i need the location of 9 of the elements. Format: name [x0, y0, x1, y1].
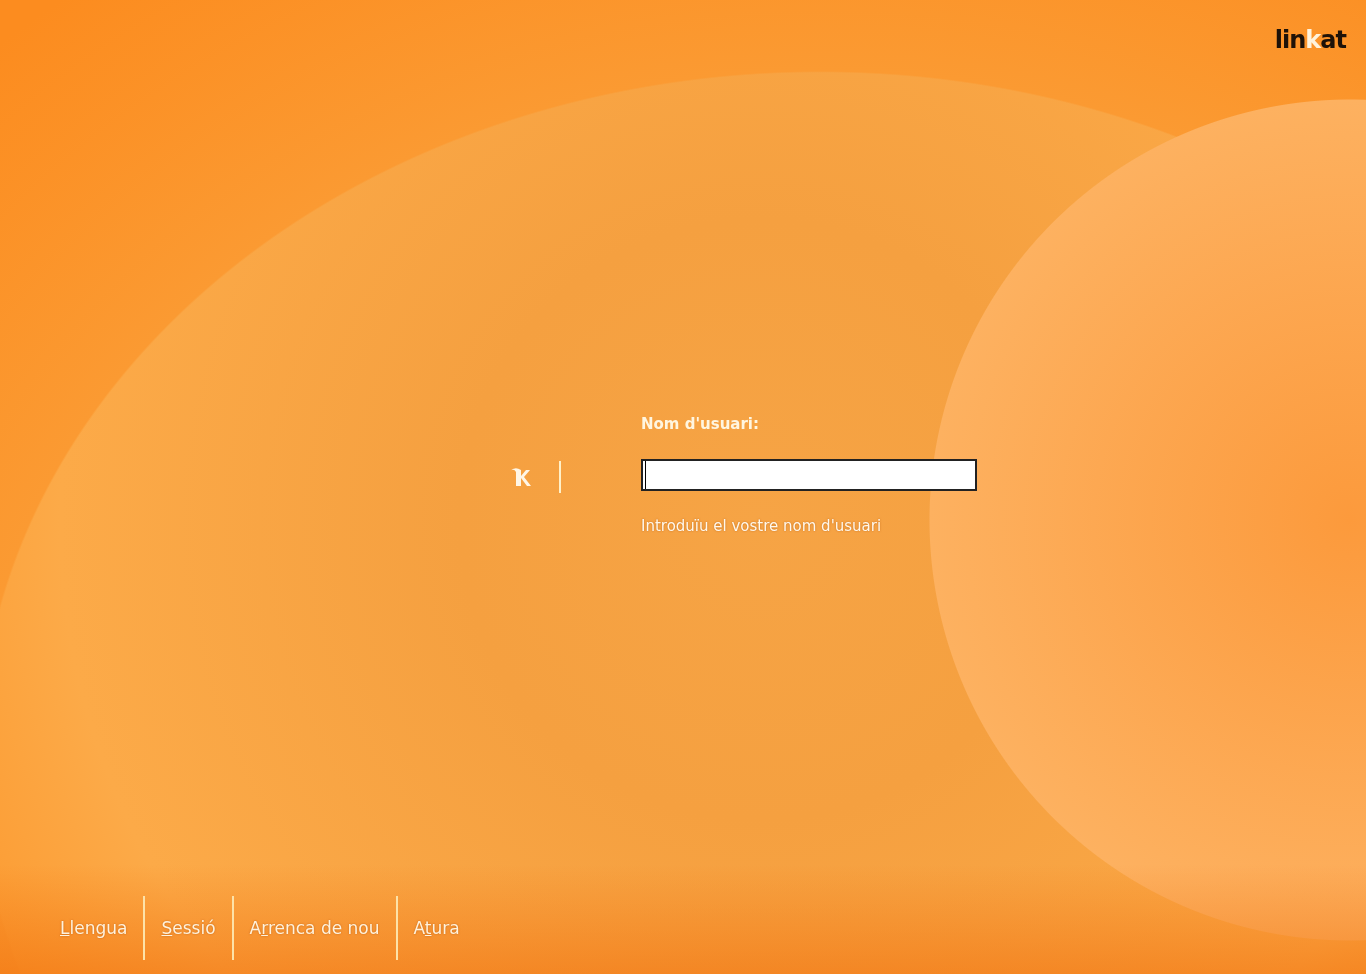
username-field[interactable] [641, 459, 977, 491]
menu-link[interactable]: Arrenca de nou [233, 896, 396, 960]
logo-text: linkat [1274, 26, 1346, 54]
menu-link[interactable]: Llengua [60, 896, 144, 960]
k-logo-icon [509, 468, 531, 486]
menu-link[interactable]: Sessió [145, 896, 232, 960]
username-hint: Introduïu el vostre nom d'usuari [641, 517, 883, 535]
username-label: Nom d'usuari: [641, 415, 760, 433]
menu-link[interactable]: Atura [397, 896, 476, 960]
